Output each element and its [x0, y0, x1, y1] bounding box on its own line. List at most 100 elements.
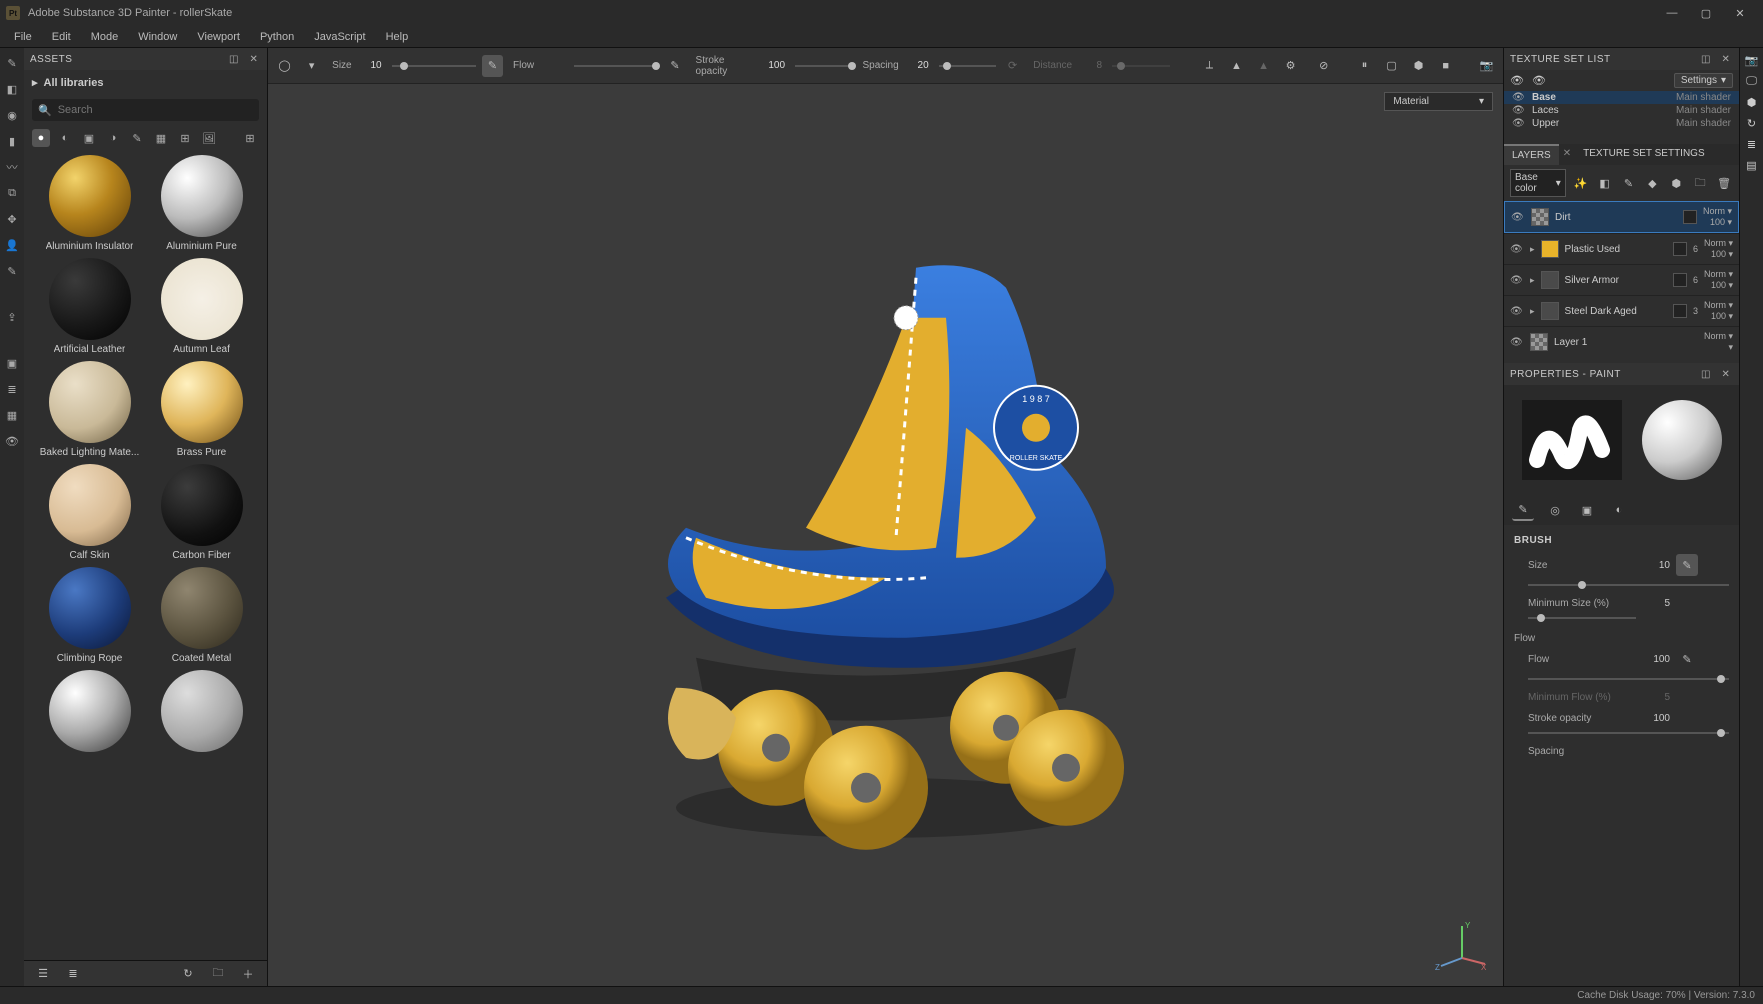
alpha-icon[interactable]: ◯ — [274, 55, 295, 77]
paint-tool-icon[interactable]: ✎ — [3, 54, 21, 72]
axis-gizmo[interactable]: Y X Z — [1435, 918, 1489, 972]
blend-mode-dropdown[interactable]: Norm ▾ — [1704, 331, 1733, 342]
footer-list-icon[interactable]: ☰ — [32, 963, 54, 985]
opacity-dropdown[interactable]: ▾ — [1728, 342, 1733, 353]
layer-icon[interactable]: ≣ — [3, 380, 21, 398]
filter-material-icon[interactable]: ● — [32, 129, 50, 147]
rv-shader-icon[interactable]: ⬢ — [1747, 96, 1757, 109]
pause-icon[interactable]: ⏸ — [1354, 55, 1375, 77]
layer-smart-icon[interactable]: ⬢ — [1667, 172, 1685, 194]
prop-size-pressure-icon[interactable]: ✎ — [1676, 554, 1698, 576]
rv-display-icon[interactable]: 🖵 — [1746, 75, 1757, 88]
tab-close-icon[interactable]: ✕ — [1559, 144, 1575, 165]
footer-tree-icon[interactable]: ≣ — [62, 963, 84, 985]
eye-icon[interactable]: 👁 — [1512, 92, 1526, 103]
eraser-tool-icon[interactable]: ◧ — [3, 80, 21, 98]
projection-tool-icon[interactable]: ◉ — [3, 106, 21, 124]
asset-item[interactable]: Coated Metal — [155, 567, 249, 664]
flow-slider[interactable] — [574, 59, 658, 73]
record-icon[interactable]: ■ — [1435, 55, 1456, 77]
layer-row[interactable]: 👁 Layer 1 Norm ▾ ▾ — [1504, 326, 1739, 357]
asset-item[interactable]: Baked Lighting Mate... — [43, 361, 137, 458]
menu-mode[interactable]: Mode — [81, 28, 129, 46]
asset-item[interactable]: Aluminium Pure — [155, 155, 249, 252]
layer-row[interactable]: 👁 ▸ Steel Dark Aged 3 Norm ▾ 100 ▾ — [1504, 295, 1739, 326]
opacity-dropdown[interactable]: 100 ▾ — [1711, 280, 1733, 291]
eye-icon[interactable]: 👁 — [1510, 244, 1524, 255]
brush-tool-icon[interactable]: ✎ — [3, 262, 21, 280]
footer-folder-icon[interactable]: 🗀 — [207, 963, 229, 985]
tab-textureset-settings[interactable]: TEXTURE SET SETTINGS — [1575, 144, 1713, 165]
tab-layers[interactable]: LAYERS — [1504, 144, 1559, 165]
blend-mode-dropdown[interactable]: Norm ▾ — [1704, 238, 1733, 249]
viewport-3d[interactable]: Material ▾ — [268, 84, 1503, 986]
menu-viewport[interactable]: Viewport — [187, 28, 250, 46]
undock-icon[interactable]: ◫ — [227, 52, 241, 66]
layer-effect-icon[interactable]: ✨ — [1572, 172, 1590, 194]
opacity-slider[interactable] — [795, 59, 852, 73]
layer-mask-icon[interactable]: ◧ — [1596, 172, 1614, 194]
rv-camera-icon[interactable]: 📷 — [1745, 54, 1759, 67]
mirror2-icon[interactable]: ▲ — [1253, 55, 1274, 77]
layer-row[interactable]: 👁 Dirt Norm ▾ 100 ▾ — [1504, 201, 1739, 233]
asset-item[interactable]: Carbon Fiber — [155, 464, 249, 561]
view-grid-icon[interactable]: ⊞ — [241, 129, 259, 147]
ts-close-icon[interactable]: ✕ — [1719, 52, 1733, 66]
asset-item[interactable] — [43, 670, 137, 756]
hide-icon[interactable]: ⊘ — [1313, 55, 1334, 77]
bucket-icon[interactable]: 👤 — [3, 236, 21, 254]
mirror-icon[interactable]: ▲ — [1226, 55, 1247, 77]
eye-icon[interactable]: 👁 — [3, 432, 21, 450]
close-button[interactable]: ✕ — [1723, 0, 1757, 26]
menu-edit[interactable]: Edit — [42, 28, 81, 46]
viewport-material-dropdown[interactable]: Material ▾ — [1384, 92, 1493, 111]
minimize-button[interactable]: ― — [1655, 0, 1689, 26]
pressure-size-icon[interactable]: ✎ — [482, 55, 503, 77]
blend-mode-dropdown[interactable]: Norm ▾ — [1703, 206, 1732, 217]
search-input[interactable] — [58, 104, 253, 116]
eye-icon[interactable]: 👁 — [1512, 118, 1526, 129]
textureset-row[interactable]: 👁LacesMain shader — [1504, 104, 1739, 117]
menu-window[interactable]: Window — [128, 28, 187, 46]
size-slider[interactable] — [392, 59, 476, 73]
library-selector[interactable]: ▸ All libraries — [24, 70, 267, 95]
rv-history-icon[interactable]: ↻ — [1747, 117, 1756, 130]
prop-stencil-tab-icon[interactable]: ▣ — [1576, 499, 1598, 521]
filter-image-icon[interactable]: 🖼 — [200, 129, 218, 147]
asset-item[interactable]: Artificial Leather — [43, 258, 137, 355]
clone-tool-icon[interactable]: ⧉ — [3, 184, 21, 202]
layer-fill-icon[interactable]: ◆ — [1643, 172, 1661, 194]
footer-add-icon[interactable]: ＋ — [237, 963, 259, 985]
rv-info-icon[interactable]: ▤ — [1746, 159, 1756, 172]
layer-row[interactable]: 👁 ▸ Plastic Used 6 Norm ▾ 100 ▾ — [1504, 233, 1739, 264]
eye-icon[interactable]: 👁 — [1512, 105, 1526, 116]
panel-close-icon[interactable]: ✕ — [247, 52, 261, 66]
asset-item[interactable]: Brass Pure — [155, 361, 249, 458]
menu-help[interactable]: Help — [376, 28, 419, 46]
settings-icon[interactable]: ⚙ — [1280, 55, 1301, 77]
symmetry-icon[interactable]: ⟂ — [1199, 55, 1220, 77]
menu-javascript[interactable]: JavaScript — [304, 28, 375, 46]
rv-log-icon[interactable]: ≣ — [1747, 138, 1756, 151]
prop-brush-tab-icon[interactable]: ✎ — [1512, 499, 1534, 521]
dropdown-icon[interactable]: ▾ — [301, 55, 322, 77]
assets-search[interactable]: 🔍 — [32, 99, 259, 121]
prop-material-tab-icon[interactable]: ◐ — [1608, 499, 1630, 521]
layer-delete-icon[interactable]: 🗑 — [1715, 172, 1733, 194]
blend-mode-dropdown[interactable]: Norm ▾ — [1704, 269, 1733, 280]
mask-thumb[interactable] — [1683, 210, 1697, 224]
blend-mode-dropdown[interactable]: Norm ▾ — [1704, 300, 1733, 311]
view3d-icon[interactable]: ▢ — [1381, 55, 1402, 77]
prop-minsize-slider[interactable] — [1528, 611, 1636, 625]
cube-icon[interactable]: ▣ — [3, 354, 21, 372]
ts-undock-icon[interactable]: ◫ — [1699, 52, 1713, 66]
ts-eye-toggle-icon[interactable]: 👁 — [1532, 74, 1546, 87]
grid-icon[interactable]: ▦ — [3, 406, 21, 424]
eye-icon[interactable]: 👁 — [1511, 212, 1525, 223]
asset-item[interactable]: Calf Skin — [43, 464, 137, 561]
filter-alpha-icon[interactable]: ◑ — [104, 129, 122, 147]
eye-icon[interactable]: 👁 — [1510, 275, 1524, 286]
spacing-slider[interactable] — [939, 59, 996, 73]
opacity-dropdown[interactable]: 100 ▾ — [1711, 249, 1733, 260]
filter-mask-icon[interactable]: ▣ — [80, 129, 98, 147]
